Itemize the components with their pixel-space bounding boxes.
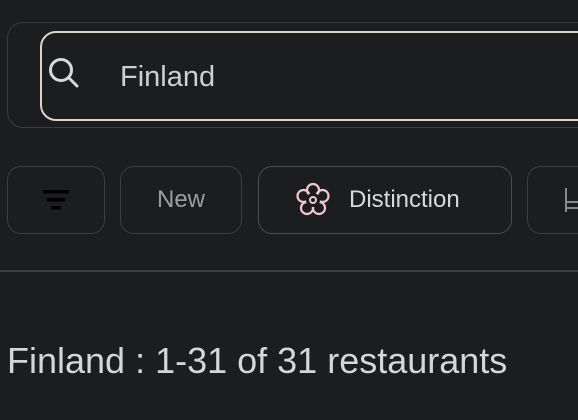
distinction-filter-chip[interactable]: Distinction <box>258 166 512 234</box>
search-icon[interactable] <box>46 55 82 91</box>
filter-icon <box>43 190 69 210</box>
distinction-filter-label: Distinction <box>349 186 460 213</box>
page: New Distinction Finland : 1-3 <box>0 0 578 420</box>
new-filter-chip[interactable]: New <box>120 166 242 234</box>
results-summary: Finland : 1-31 of 31 restaurants <box>7 340 508 381</box>
search-input[interactable] <box>120 59 520 95</box>
filter-button[interactable] <box>7 166 105 234</box>
new-filter-label: New <box>156 186 205 213</box>
divider <box>0 270 578 272</box>
seating-filter-chip[interactable] <box>527 166 578 234</box>
search-field[interactable] <box>40 31 578 121</box>
michelin-star-icon <box>296 182 330 216</box>
seating-icon <box>565 188 578 212</box>
